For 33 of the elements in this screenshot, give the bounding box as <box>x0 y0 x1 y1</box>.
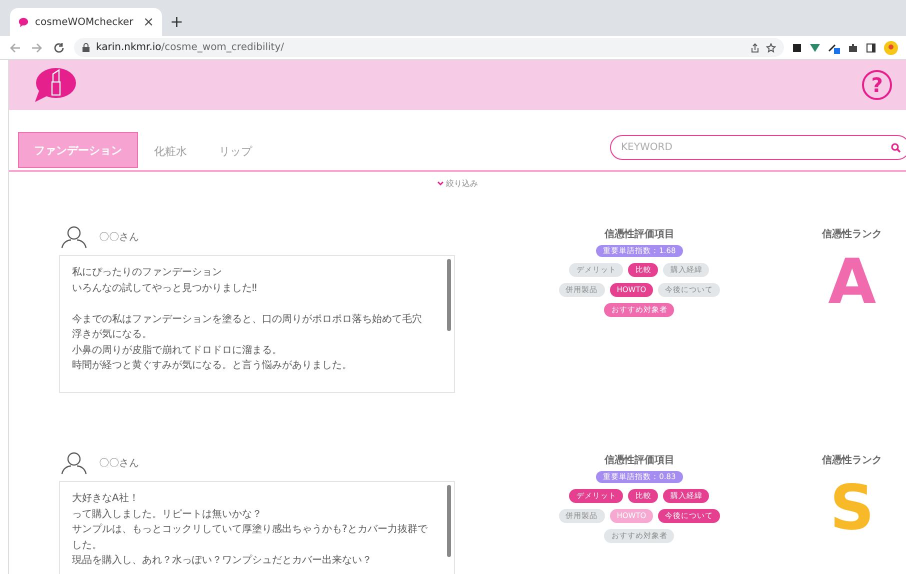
filter-link[interactable]: 絞り込み <box>446 178 478 189</box>
chevron-down-icon[interactable] <box>437 181 444 186</box>
star-icon[interactable] <box>766 42 776 52</box>
rank-heading: 信憑性ランク <box>822 228 882 241</box>
v-logo-icon[interactable] <box>810 42 820 52</box>
criteria-heading: 信憑性評価項目 <box>604 454 674 467</box>
url-text: karin.nkmr.io/cosme_wom_credibility/ <box>96 42 284 53</box>
rank-letter: S <box>830 477 874 539</box>
avatar-icon[interactable] <box>884 40 898 54</box>
rank-heading: 信憑性ランク <box>822 454 882 467</box>
review-text-box[interactable]: 大好きなA社！ って購入しました。リピートは無いかな？ サンプルは、もっとコックリしていて厚塗り感出ちゃうかも?とカバー力抜群でした。 現品を購入し、あれ？水っぽい？ワンプシュだとカバー出来ない？ <box>59 481 455 574</box>
user-name: 〇〇さん <box>99 457 139 470</box>
address-bar[interactable]: karin.nkmr.io/cosme_wom_credibility/ <box>74 38 784 57</box>
new-tab-button[interactable]: + <box>170 12 184 30</box>
lock-icon <box>82 43 90 52</box>
user-icon <box>61 451 87 475</box>
pen-icon[interactable] <box>828 42 840 54</box>
save-icon[interactable] <box>792 42 802 52</box>
search-icon[interactable] <box>891 142 901 152</box>
sidebar-icon[interactable] <box>866 42 876 52</box>
review-text-box[interactable]: 私にぴったりのファンデーション いろんなの試してやっと見つかりました‼ 今までの私はファンデーションを塗ると、口の周りがポロポロ落ち始めて毛穴浮きが気になる。 小鼻の周りが皮脂で崩れてドロドロに溜まる。 時間が経つと黄ぐすみが気になる。と言う悩みがありました。 <box>59 255 455 393</box>
lipstick-logo[interactable] <box>33 67 77 103</box>
rank-letter: A <box>828 251 876 313</box>
tab-title: cosmeWOMchecker <box>35 16 134 28</box>
share-icon[interactable] <box>750 42 760 52</box>
reload-icon[interactable] <box>52 40 66 54</box>
close-icon[interactable]: × <box>143 14 154 30</box>
search-field[interactable]: KEYWORD <box>610 135 906 160</box>
user-name: 〇〇さん <box>99 231 139 244</box>
user-icon <box>61 225 87 249</box>
speech-bubble-icon <box>18 16 29 28</box>
browser-tab[interactable]: cosmeWOMchecker × <box>10 8 162 36</box>
criteria-heading: 信憑性評価項目 <box>604 228 674 241</box>
